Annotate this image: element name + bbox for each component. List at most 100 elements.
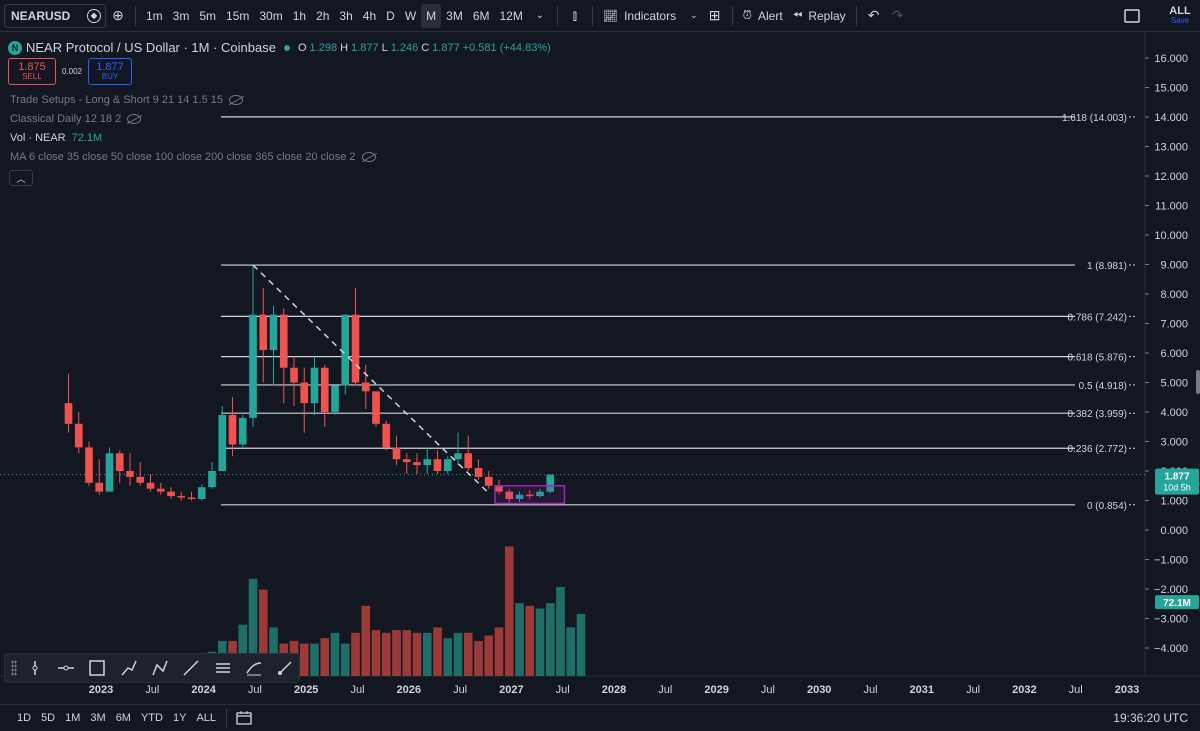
- chevron-down-icon[interactable]: ⌄: [528, 4, 552, 28]
- trend-line-icon[interactable]: [178, 656, 205, 680]
- interval-3M[interactable]: 3M: [441, 4, 468, 28]
- price-axis-label: 14.000: [1154, 112, 1188, 124]
- save-label: Save: [1170, 16, 1190, 25]
- chevron-up-icon: ︿: [16, 173, 26, 184]
- indicator-volume[interactable]: Vol · NEAR 72.1M: [10, 132, 102, 144]
- volume-bar: [545, 603, 555, 676]
- time-axis-label: Jul: [556, 684, 570, 696]
- replay-button[interactable]: ⏪︎ Replay: [788, 4, 851, 28]
- path-icon[interactable]: [115, 656, 142, 680]
- interval-3m[interactable]: 3m: [168, 4, 195, 28]
- price-chart[interactable]: 16.000 15.000 14.000 13.000 12.000 11.000 10.0…: [0, 32, 1200, 704]
- price-axis-label: 6.000: [1160, 348, 1188, 360]
- indicators-button[interactable]: 📈︎ Indicators ⌄: [598, 4, 703, 28]
- drag-handle[interactable]: [11, 660, 17, 676]
- price-axis-label: 1.000: [1160, 496, 1188, 508]
- interval-15m[interactable]: 15m: [221, 4, 254, 28]
- undo-icon[interactable]: ↶: [862, 4, 886, 28]
- buy-button[interactable]: 1.877 BUY: [88, 58, 132, 85]
- candle-body: [177, 496, 186, 498]
- layout-save-button[interactable]: ALL Save: [1160, 6, 1200, 25]
- rectangle-icon[interactable]: [84, 656, 111, 680]
- rewind-icon: ⏪︎: [792, 8, 803, 22]
- volume-bar: [381, 632, 391, 676]
- compare-diamond-icon[interactable]: ◆: [87, 8, 101, 23]
- alert-button[interactable]: ⏰︎ Alert: [738, 4, 788, 28]
- interval-3h[interactable]: 3h: [334, 4, 357, 28]
- eye-hidden-icon[interactable]: [229, 95, 244, 105]
- price-axis-label: 3.000: [1160, 437, 1188, 449]
- interval-M[interactable]: M: [421, 3, 442, 28]
- interval-1h[interactable]: 1h: [288, 4, 311, 28]
- close-value: 1.877: [432, 41, 460, 54]
- eye-hidden-icon[interactable]: [127, 114, 142, 124]
- calendar-icon[interactable]: [232, 706, 256, 730]
- eye-hidden-icon[interactable]: [361, 152, 376, 162]
- range-5d[interactable]: 5D: [36, 712, 60, 724]
- range-1y[interactable]: 1Y: [168, 712, 191, 724]
- price-axis-label: 5.000: [1160, 378, 1188, 390]
- volume-bar: [371, 630, 381, 676]
- candles-chart-type-icon[interactable]: ⫾: [563, 4, 587, 28]
- candle-body: [382, 423, 391, 448]
- indicator-ma[interactable]: MA 6 close 35 close 50 close 100 close 2…: [10, 151, 376, 163]
- time-axis-label: 2028: [602, 684, 626, 696]
- range-ytd[interactable]: YTD: [136, 712, 168, 724]
- redo-icon[interactable]: ↷: [886, 4, 910, 28]
- candle-body: [115, 453, 124, 471]
- range-6m[interactable]: 6M: [111, 712, 136, 724]
- range-selector: 1D 5D 1M 3M 6M YTD 1Y ALL: [12, 712, 221, 724]
- alarm-clock-icon: ⏰︎: [742, 8, 753, 22]
- indicator-trade-setups[interactable]: Trade Setups - Long & Short 9 21 14 1.5 …: [10, 94, 244, 106]
- range-3m[interactable]: 3M: [85, 712, 110, 724]
- ray-icon[interactable]: [272, 656, 299, 680]
- horizontal-line-icon[interactable]: [52, 656, 79, 680]
- volume-bar: [494, 627, 504, 676]
- add-symbol-icon[interactable]: ⊕: [106, 4, 130, 28]
- open-value: 1.298: [309, 41, 338, 54]
- vertical-line-icon[interactable]: [21, 656, 48, 680]
- interval-12M[interactable]: 12M: [494, 4, 527, 28]
- volume-bar: [453, 632, 463, 676]
- collapse-legend-button[interactable]: ︿: [9, 170, 33, 186]
- chart-title[interactable]: NEAR Protocol / US Dollar · 1M · Coinbas…: [26, 40, 276, 55]
- interval-1m[interactable]: 1m: [141, 4, 168, 28]
- volume-bar: [474, 640, 483, 676]
- time-axis-label: 2025: [294, 684, 318, 696]
- interval-5m[interactable]: 5m: [194, 4, 221, 28]
- interval-2h[interactable]: 2h: [311, 4, 334, 28]
- price-axis-label: −4.000: [1154, 643, 1188, 655]
- market-open-dot: [283, 44, 290, 51]
- utc-clock[interactable]: 19:36:20 UTC: [1113, 711, 1188, 725]
- volume-bar: [515, 603, 524, 676]
- ohlc-values: O 1.298 H 1.877 L 1.246 C 1.877 +0.581 (+44.…: [297, 41, 551, 54]
- time-axis-label: 2027: [499, 684, 523, 696]
- symbol-search[interactable]: NEARUSD ◆: [4, 3, 106, 28]
- interval-30m[interactable]: 30m: [254, 4, 287, 28]
- divider: [226, 708, 228, 728]
- volume-bar: [556, 586, 565, 676]
- alert-label: Alert: [758, 8, 783, 23]
- volume-bar: [310, 643, 319, 676]
- range-all[interactable]: ALL: [191, 712, 221, 724]
- interval-W[interactable]: W: [400, 4, 421, 28]
- range-1d[interactable]: 1D: [12, 712, 36, 724]
- candle-body: [74, 423, 83, 448]
- price-axis-label: 8.000: [1160, 289, 1188, 301]
- price-scale-handle[interactable]: [1196, 370, 1200, 394]
- fullscreen-square-icon[interactable]: [1120, 4, 1144, 28]
- chart-pane[interactable]: 16.000 15.000 14.000 13.000 12.000 11.000 10.0…: [0, 32, 1200, 704]
- indicator-classical-daily[interactable]: Classical Daily 12 18 2: [10, 113, 142, 125]
- interval-D[interactable]: D: [381, 4, 400, 28]
- range-1m[interactable]: 1M: [60, 712, 85, 724]
- sell-button[interactable]: 1.875 SELL: [8, 58, 56, 85]
- parallel-channel-icon[interactable]: [209, 656, 236, 680]
- brush-icon[interactable]: [240, 656, 267, 680]
- interval-4h[interactable]: 4h: [358, 4, 381, 28]
- volume-bar: [576, 613, 586, 676]
- templates-grid-icon[interactable]: ⊞: [703, 4, 727, 28]
- drawing-toolbar: [4, 653, 300, 683]
- polyline-icon[interactable]: [146, 656, 173, 680]
- interval-6M[interactable]: 6M: [468, 4, 495, 28]
- candle-body: [402, 459, 411, 463]
